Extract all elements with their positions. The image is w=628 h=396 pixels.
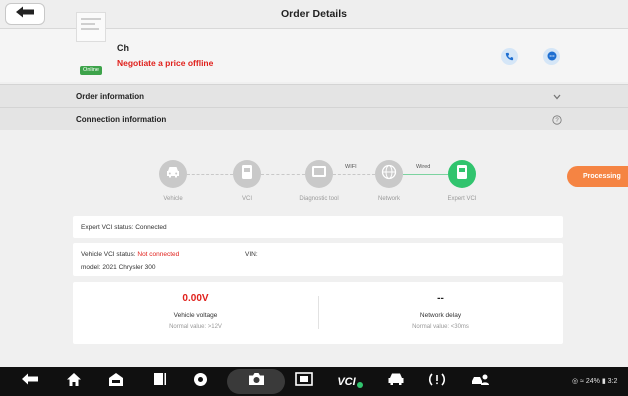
online-badge: Online (80, 66, 102, 75)
shop-thumbnail (76, 12, 106, 42)
wifi-label: WIFI (345, 164, 357, 170)
order-information-row[interactable]: Order information (0, 84, 628, 107)
battery-percent: 24% (585, 378, 600, 385)
node-label-diagnostic-tool: Diagnostic tool (299, 196, 339, 202)
expert-vci-status: Expert VCI status: Connected (81, 224, 167, 231)
node-label-expert-vci: Expert VCI (447, 196, 477, 202)
screen-mirror-icon (295, 372, 313, 391)
connection-information-label: Connection information (76, 115, 167, 124)
processing-button[interactable]: Processing (567, 166, 628, 187)
nav-back-button[interactable] (18, 372, 42, 391)
svg-text:?: ? (555, 118, 559, 124)
tpms-warning-icon (428, 372, 446, 392)
network-delay-metric: -- Network delay Normal value: <30ms (318, 282, 563, 342)
expert-vci-node (448, 160, 476, 188)
vehicle-vci-status-card: Vehicle VCI status: Not connected VIN: m… (73, 243, 563, 276)
status-bar: ◎ ≈ 24% ▮ 3:2 (572, 377, 617, 385)
vehicle-node (159, 160, 187, 188)
vin-label: VIN: (245, 251, 258, 258)
diagnostic-tool-node (305, 160, 333, 188)
vci-status-icon: VCI (337, 375, 356, 388)
vehicle-icon (387, 372, 405, 391)
nav-vci-button[interactable]: VCI (333, 372, 367, 391)
nav-remote-expert-button[interactable] (468, 372, 492, 391)
model-value: 2021 Chrysler 300 (102, 264, 156, 271)
network-delay-value: -- (437, 293, 444, 304)
browser-icon (193, 372, 208, 392)
shop-name: Ch (117, 43, 129, 53)
recent-apps-icon (153, 372, 167, 391)
vci-node (233, 160, 261, 188)
nav-screen-mirror-button[interactable] (292, 372, 316, 391)
vehicle-vci-status-label: Vehicle VCI status: (81, 251, 136, 258)
call-button[interactable] (501, 48, 518, 65)
network-delay-normal: Normal value: <30ms (412, 324, 469, 330)
vehicle-voltage-label: Vehicle voltage (173, 312, 218, 319)
chevron-down-icon (551, 91, 562, 102)
vehicle-vci-status-value: Not connected (137, 251, 180, 258)
clock: 3:2 (607, 378, 618, 385)
order-information-label: Order information (76, 92, 145, 101)
vehicle-vci-status: Vehicle VCI status: Not connected (81, 251, 179, 258)
vehicle-voltage-metric: 0.00V Vehicle voltage Normal value: >12V (73, 282, 318, 342)
expert-vci-status-value: Connected (135, 224, 167, 231)
expert-vci-icon (456, 164, 468, 185)
system-nav-bar: VCI ◎ ≈ 24% ▮ 3:2 (0, 367, 628, 396)
metrics-divider (318, 296, 319, 329)
vehicle-voltage-normal: Normal value: >12V (169, 324, 222, 330)
negotiate-note: Negotiate a price offline (117, 58, 214, 68)
wifi-icon: ≈ (580, 378, 584, 385)
chat-icon (547, 48, 557, 66)
help-icon[interactable]: ? (551, 114, 562, 125)
node-label-network: Network (377, 196, 400, 202)
network-node (375, 160, 403, 188)
nav-tpms-button[interactable] (425, 372, 449, 391)
garage-icon (108, 372, 124, 392)
back-icon (21, 372, 39, 391)
globe-icon (381, 164, 397, 185)
car-icon (165, 165, 181, 184)
connection-information-row[interactable]: Connection information ? (0, 107, 628, 130)
expert-vci-status-label: Expert VCI status: (81, 224, 134, 231)
home-icon (66, 372, 82, 392)
model-label: model: (81, 264, 101, 271)
tablet-icon (311, 165, 327, 183)
link-vci-tool (261, 174, 305, 175)
expert-vci-status-card: Expert VCI status: Connected (73, 216, 563, 238)
link-network-expert (403, 174, 448, 175)
nav-home-button[interactable] (62, 372, 86, 391)
nav-vehicle-button[interactable] (384, 372, 408, 391)
battery-icon: ▮ (601, 378, 606, 385)
node-label-vci: VCI (241, 196, 252, 202)
network-delay-label: Network delay (419, 312, 462, 319)
vci-icon (241, 164, 253, 185)
remote-expert-icon (470, 372, 490, 392)
link-vehicle-vci (187, 174, 233, 175)
location-icon: ◎ (572, 378, 579, 385)
link-tool-network (333, 174, 375, 175)
phone-icon (505, 48, 514, 66)
wired-label: Wired (416, 164, 431, 170)
vehicle-model: model: 2021 Chrysler 300 (81, 264, 155, 271)
nav-camera-button[interactable] (244, 372, 268, 391)
node-label-vehicle: Vehicle (163, 196, 183, 202)
vehicle-voltage-value: 0.00V (182, 293, 209, 304)
nav-garage-button[interactable] (104, 372, 128, 391)
nav-browser-button[interactable] (188, 372, 212, 391)
chat-button[interactable] (543, 48, 560, 65)
nav-recent-button[interactable] (148, 372, 172, 391)
camera-icon (248, 372, 265, 391)
vci-connected-dot-icon (356, 381, 363, 388)
